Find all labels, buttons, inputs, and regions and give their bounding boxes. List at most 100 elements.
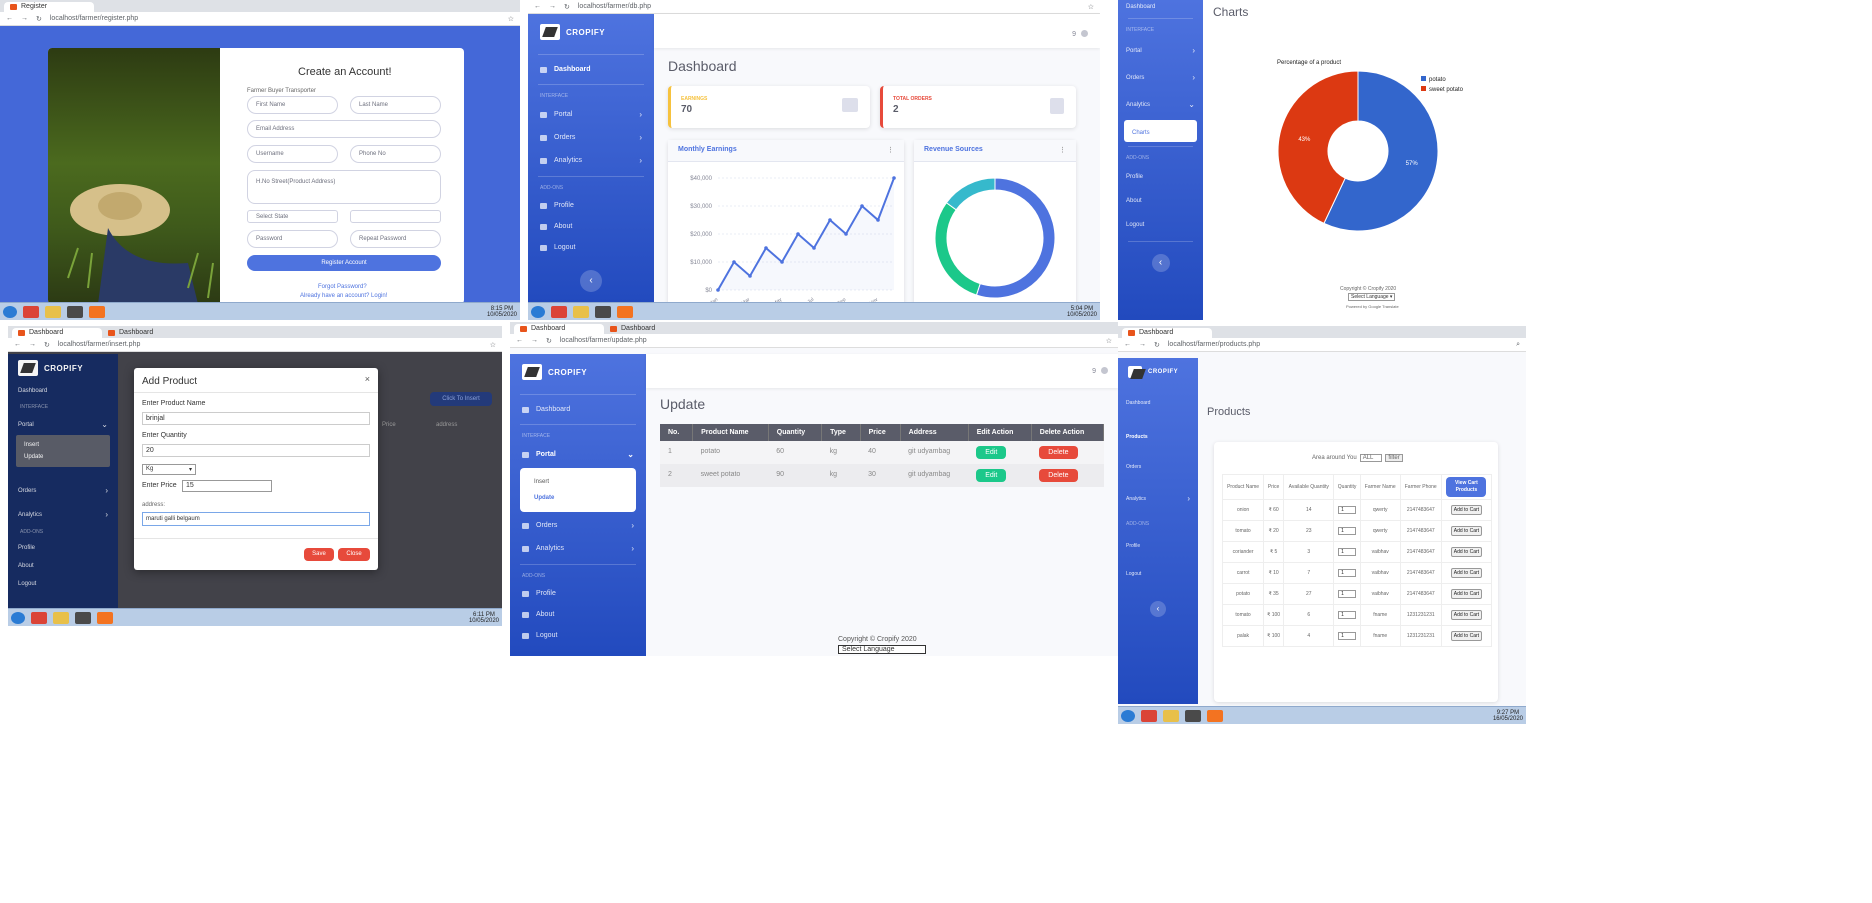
reload-icon[interactable]: ↻ bbox=[546, 337, 552, 345]
sidebar-item-profile[interactable]: Profile bbox=[8, 539, 118, 557]
sidebar-item-about[interactable]: About bbox=[510, 604, 646, 625]
quantity-input[interactable]: 1 bbox=[1338, 569, 1357, 577]
forward-icon[interactable]: → bbox=[21, 15, 28, 22]
sidebar-item-profile[interactable]: Profile bbox=[1118, 165, 1203, 189]
sidebar-item-analytics[interactable]: Analytics › bbox=[8, 504, 118, 525]
tab-dashboard-1[interactable]: Dashboard bbox=[514, 324, 604, 334]
quantity-input[interactable]: 20 bbox=[142, 444, 370, 457]
back-icon[interactable]: ← bbox=[1124, 341, 1131, 348]
star-icon[interactable]: ☆ bbox=[1088, 3, 1094, 11]
register-button[interactable]: Register Account bbox=[247, 255, 441, 271]
city-select[interactable] bbox=[350, 210, 441, 223]
star-icon[interactable]: ☆ bbox=[490, 341, 496, 349]
url-text[interactable]: localhost/farmer/db.php bbox=[578, 3, 1080, 10]
add-to-cart-button[interactable]: Add to Cart bbox=[1450, 526, 1483, 536]
address-bar[interactable]: ← → ↻ localhost/farmer/register.php ☆ bbox=[0, 12, 520, 26]
sidebar-item-analytics[interactable]: Analytics › bbox=[528, 149, 654, 172]
sidebar-toggle-button[interactable]: ‹ bbox=[1150, 601, 1166, 617]
edit-button[interactable]: Edit bbox=[976, 446, 1007, 459]
tab-dashboard[interactable]: Dashboard bbox=[1122, 328, 1212, 338]
more-icon[interactable]: ⋮ bbox=[887, 146, 894, 154]
url-text[interactable]: localhost/farmer/update.php bbox=[560, 337, 1098, 344]
sidebar-item-profile[interactable]: Profile bbox=[528, 195, 654, 216]
filter-button[interactable]: filter bbox=[1385, 454, 1403, 462]
sidebar-item-portal[interactable]: Portal › bbox=[1118, 37, 1203, 64]
url-text[interactable]: localhost/farmer/insert.php bbox=[58, 341, 482, 348]
reload-icon[interactable]: ↻ bbox=[44, 341, 50, 349]
data-point[interactable] bbox=[732, 260, 736, 264]
forward-icon[interactable]: → bbox=[549, 3, 556, 10]
quantity-input[interactable]: 1 bbox=[1338, 632, 1357, 640]
brand[interactable]: CROPIFY bbox=[528, 14, 654, 50]
quantity-input[interactable]: 1 bbox=[1338, 527, 1357, 535]
sublime-icon[interactable] bbox=[1185, 709, 1201, 722]
sidebar-item-dashboard[interactable]: Dashboard bbox=[510, 399, 646, 420]
data-point[interactable] bbox=[764, 246, 768, 250]
sidebar-item-analytics[interactable]: Analytics › bbox=[510, 537, 646, 560]
language-select[interactable]: Select Language ▾ bbox=[1348, 293, 1396, 301]
edit-button[interactable]: Edit bbox=[976, 469, 1007, 482]
sidebar-item-about[interactable]: About bbox=[8, 557, 118, 575]
sidebar-item-dashboard[interactable]: Dashboard bbox=[8, 382, 118, 400]
reload-icon[interactable]: ↻ bbox=[36, 15, 42, 23]
sidebar-item-orders[interactable]: Orders › bbox=[528, 126, 654, 149]
user-count[interactable]: 9 bbox=[1072, 31, 1076, 38]
add-to-cart-button[interactable]: Add to Cart bbox=[1450, 589, 1483, 599]
add-to-cart-button[interactable]: Add to Cart bbox=[1450, 547, 1483, 557]
user-icon[interactable] bbox=[1101, 367, 1108, 374]
forgot-password-link[interactable]: Forgot Password? bbox=[318, 284, 367, 290]
reload-icon[interactable]: ↻ bbox=[564, 3, 570, 11]
email-field[interactable]: Email Address bbox=[247, 120, 441, 138]
state-select[interactable]: Select State bbox=[247, 210, 338, 223]
chrome-icon[interactable] bbox=[23, 305, 39, 318]
sidebar-toggle-button[interactable]: ‹ bbox=[580, 270, 602, 292]
start-orb-icon[interactable] bbox=[1121, 709, 1135, 722]
xampp-icon[interactable] bbox=[1207, 709, 1223, 722]
delete-button[interactable]: Delete bbox=[1039, 446, 1078, 459]
back-icon[interactable]: ← bbox=[516, 337, 523, 344]
sidebar-item-logout[interactable]: Logout bbox=[1118, 559, 1198, 589]
last-name-field[interactable]: Last Name bbox=[350, 96, 441, 114]
tab-dashboard-2[interactable]: Dashboard bbox=[102, 328, 192, 338]
sidebar-toggle-button[interactable]: ‹ bbox=[1151, 254, 1170, 272]
user-count[interactable]: 9 bbox=[1092, 368, 1096, 375]
submenu-item-update[interactable]: Update bbox=[534, 490, 622, 506]
data-point[interactable] bbox=[748, 274, 752, 278]
sidebar-item-profile[interactable]: Profile bbox=[510, 583, 646, 604]
xampp-icon[interactable] bbox=[617, 305, 633, 318]
sidebar-item-orders[interactable]: Orders › bbox=[8, 477, 118, 504]
data-point[interactable] bbox=[828, 218, 832, 222]
pie-slice[interactable] bbox=[975, 177, 1056, 299]
sidebar-item-orders[interactable]: Orders › bbox=[1118, 64, 1203, 91]
sidebar-item-orders[interactable]: Orders bbox=[1118, 452, 1198, 482]
quantity-input[interactable]: 1 bbox=[1338, 548, 1357, 556]
address-bar[interactable]: ← → ↻ localhost/farmer/products.php ⌕ bbox=[1118, 338, 1526, 352]
repeat-password-field[interactable]: Repeat Password bbox=[350, 230, 441, 248]
xampp-icon[interactable] bbox=[89, 305, 105, 318]
tab-dashboard-1[interactable]: Dashboard bbox=[12, 328, 102, 338]
chrome-icon[interactable] bbox=[31, 611, 47, 624]
star-icon[interactable]: ☆ bbox=[1106, 337, 1112, 345]
xampp-icon[interactable] bbox=[97, 611, 113, 624]
price-input[interactable]: 15 bbox=[182, 480, 272, 492]
data-point[interactable] bbox=[796, 232, 800, 236]
close-button[interactable]: Close bbox=[338, 548, 370, 561]
close-icon[interactable]: × bbox=[365, 374, 370, 384]
click-to-insert-button[interactable]: Click To Insert bbox=[430, 392, 492, 406]
forward-icon[interactable]: → bbox=[29, 341, 36, 348]
start-orb-icon[interactable] bbox=[3, 305, 17, 318]
language-select[interactable]: Select Language bbox=[838, 645, 926, 654]
data-point[interactable] bbox=[716, 288, 720, 292]
sidebar-item-portal[interactable]: Portal ⌄ bbox=[8, 414, 118, 435]
data-point[interactable] bbox=[844, 232, 848, 236]
folder-icon[interactable] bbox=[573, 305, 589, 318]
save-button[interactable]: Save bbox=[304, 548, 334, 561]
address-bar[interactable]: ← → ↻ localhost/farmer/insert.php ☆ bbox=[8, 338, 502, 352]
quantity-input[interactable]: 1 bbox=[1338, 611, 1357, 619]
address-bar[interactable]: ← → ↻ localhost/farmer/db.php ☆ bbox=[528, 0, 1100, 14]
back-icon[interactable]: ← bbox=[14, 341, 21, 348]
address-field[interactable]: H.No Street(Product Address) bbox=[247, 170, 441, 204]
sidebar-item-portal[interactable]: Portal ⌄ bbox=[510, 443, 646, 466]
sidebar-item-logout[interactable]: Logout bbox=[8, 575, 118, 593]
url-text[interactable]: localhost/farmer/products.php bbox=[1168, 341, 1508, 348]
